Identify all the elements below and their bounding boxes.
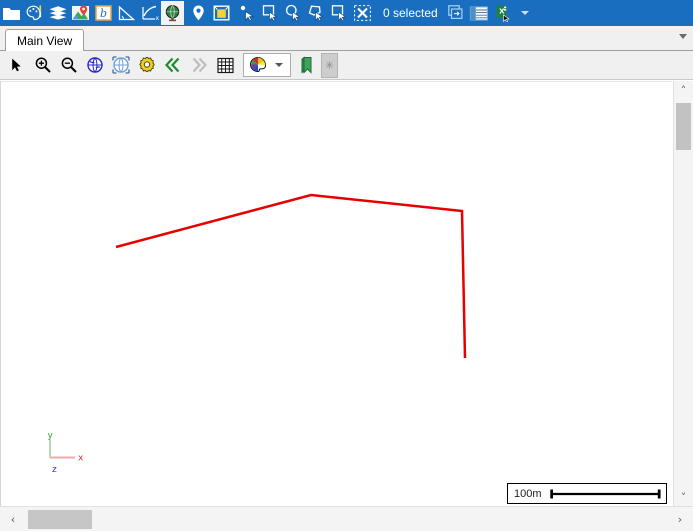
export-excel-icon[interactable]: X	[491, 1, 514, 25]
star-button[interactable]: ✳	[321, 52, 338, 78]
scale-bar-label: 100m	[514, 487, 542, 500]
chevron-down-icon[interactable]	[679, 34, 687, 39]
chevron-down-icon[interactable]	[275, 63, 283, 67]
grid-icon[interactable]	[212, 52, 238, 78]
zoom-out-icon[interactable]	[56, 52, 82, 78]
view-toolbar: ✳	[0, 51, 693, 80]
tab-main-view-label: Main View	[17, 33, 73, 48]
scroll-down-glyph: ˅	[680, 490, 687, 504]
select-point-icon[interactable]	[236, 1, 259, 25]
zoom-in-icon[interactable]	[30, 52, 56, 78]
coordinate-system-icon[interactable]: x	[138, 1, 161, 25]
settings-gear-icon[interactable]	[134, 52, 160, 78]
scale-bar: 100m	[507, 483, 667, 504]
color-palette-icon	[250, 56, 267, 73]
viewport-canvas[interactable]: y x z 100m	[0, 81, 672, 506]
svg-text:b: b	[100, 7, 107, 20]
scroll-up-glyph: ˄	[680, 83, 687, 97]
scroll-left-glyph: ‹	[10, 512, 16, 526]
svg-text:X: X	[499, 7, 505, 15]
basemap-icon[interactable]: b	[92, 1, 115, 25]
zoom-extents-icon[interactable]	[82, 52, 108, 78]
scroll-left-icon[interactable]: ‹	[0, 507, 26, 531]
scale-bar-line	[549, 488, 661, 499]
geometry-layer	[115, 193, 467, 359]
main-ribbon-toolbar: b x 0 selected X	[0, 0, 693, 26]
vertical-scroll-thumb[interactable]	[676, 103, 691, 150]
selection-status-label: 0 selected	[383, 6, 438, 20]
axis-label-y: y	[48, 431, 54, 441]
previous-view-icon[interactable]	[160, 52, 186, 78]
extent-icon[interactable]	[210, 1, 233, 25]
layers-icon[interactable]	[46, 1, 69, 25]
svg-text:x: x	[156, 15, 160, 22]
view-tab-strip: Main View	[0, 26, 693, 51]
place-marker-icon[interactable]	[187, 1, 210, 25]
palette-tool-icon[interactable]	[23, 1, 46, 25]
horizontal-scroll-thumb[interactable]	[28, 510, 92, 529]
scroll-right-glyph: ›	[677, 512, 683, 526]
horizontal-scrollbar[interactable]: ‹ ›	[0, 506, 693, 531]
select-polygon-icon[interactable]	[305, 1, 328, 25]
axis-orientation-gizmo: y x z	[48, 431, 85, 475]
axis-label-x: x	[78, 454, 84, 464]
color-palette-combo[interactable]	[243, 53, 291, 77]
red-polyline[interactable]	[115, 193, 467, 359]
scroll-up-icon[interactable]: ˄	[674, 81, 693, 99]
scroll-down-icon[interactable]: ˅	[674, 488, 693, 506]
star-icon: ✳	[324, 59, 335, 72]
deselect-rectangle-icon[interactable]	[328, 1, 351, 25]
open-folder-icon[interactable]	[0, 1, 23, 25]
tab-main-view[interactable]: Main View	[5, 29, 85, 51]
pointer-tool-icon[interactable]	[4, 52, 30, 78]
axis-label-z: z	[52, 465, 57, 475]
bookmark-icon[interactable]	[295, 52, 319, 78]
attribute-table-icon[interactable]	[468, 1, 491, 25]
copy-selection-icon[interactable]	[445, 1, 468, 25]
measure-angle-icon[interactable]	[115, 1, 138, 25]
ribbon-overflow-icon[interactable]	[514, 1, 536, 25]
globe-icon[interactable]	[161, 1, 184, 25]
vertical-scrollbar[interactable]: ˄ ˅	[673, 81, 693, 506]
scroll-right-icon[interactable]: ›	[667, 507, 693, 531]
select-rectangle-icon[interactable]	[259, 1, 282, 25]
next-view-icon[interactable]	[186, 52, 212, 78]
select-circle-icon[interactable]	[282, 1, 305, 25]
clear-selection-icon[interactable]	[351, 1, 374, 25]
zoom-selection-icon[interactable]	[108, 52, 134, 78]
map-pin-icon[interactable]	[69, 1, 92, 25]
